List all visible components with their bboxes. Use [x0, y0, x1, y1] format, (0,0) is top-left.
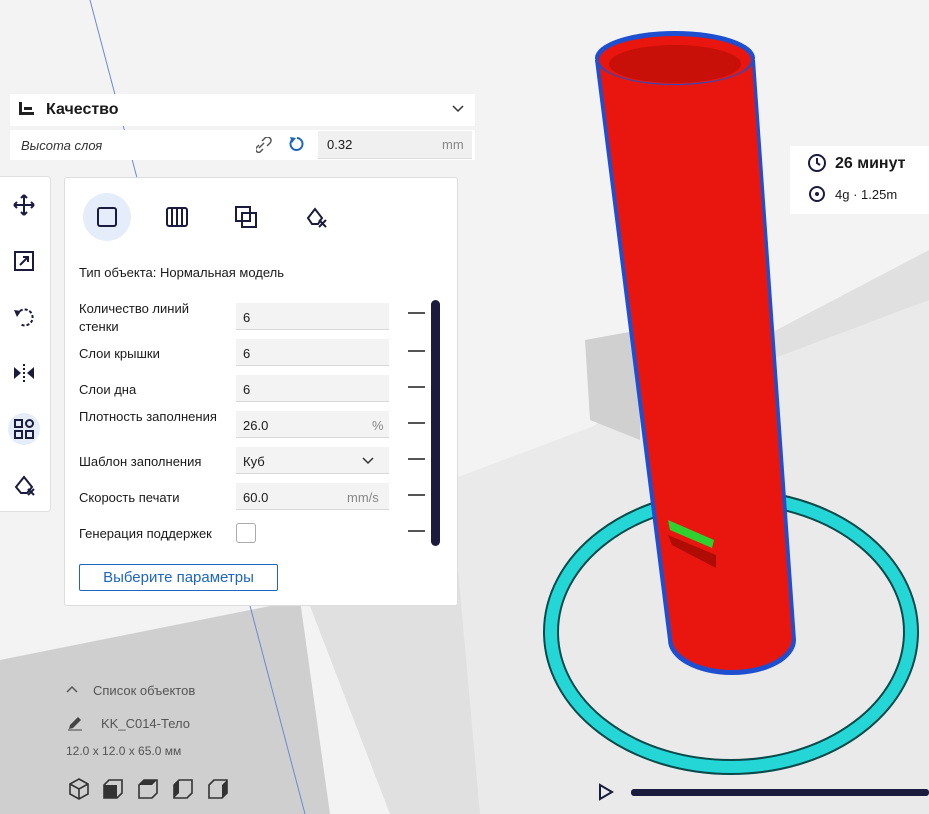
rotate-tool[interactable]	[8, 301, 40, 333]
material-usage: 4g · 1.25m	[835, 187, 898, 202]
rotate-icon	[14, 308, 34, 327]
chevron-down-icon	[362, 457, 374, 465]
support-blocker-icon	[14, 475, 35, 496]
mirror-tool[interactable]	[8, 357, 40, 389]
top-view-icon[interactable]	[136, 777, 160, 801]
print-speed-label: Скорость печати	[79, 490, 180, 505]
wall-line-count-label: Количество линий стенки	[79, 301, 189, 334]
setting-handle[interactable]	[408, 350, 425, 352]
object-name[interactable]: KK_C014-Тело	[101, 716, 190, 731]
setting-handle[interactable]	[408, 458, 425, 460]
scale-tool[interactable]	[8, 245, 40, 277]
tab-overlap-settings[interactable]	[222, 193, 270, 241]
front-view-icon[interactable]	[101, 777, 125, 801]
reset-icon[interactable]	[288, 136, 305, 153]
generate-support-checkbox[interactable]	[236, 523, 256, 543]
setting-handle[interactable]	[408, 312, 425, 314]
tab-support-blocker[interactable]	[292, 193, 340, 241]
3d-view-icon[interactable]	[67, 777, 91, 801]
per-model-settings-icon	[14, 419, 34, 439]
setting-handle[interactable]	[408, 422, 425, 424]
per-model-settings-tool[interactable]	[8, 413, 40, 445]
setting-handle[interactable]	[408, 386, 425, 388]
left-view-icon[interactable]	[171, 777, 195, 801]
object-type-label: Тип объекта: Нормальная модель	[79, 265, 285, 280]
object-dimensions: 12.0 x 12.0 x 65.0 мм	[66, 744, 182, 758]
tab-infill-mesh[interactable]	[153, 193, 201, 241]
quality-title: Качество	[46, 101, 119, 118]
setting-handle[interactable]	[408, 530, 425, 532]
infill-density-value: 26.0	[243, 418, 269, 433]
quality-icon	[19, 102, 34, 115]
chevron-up-icon[interactable]	[66, 685, 78, 694]
tool-sidebar	[0, 176, 51, 512]
layer-height-label: Высота слоя	[21, 138, 103, 153]
generate-support-label: Генерация поддержек	[79, 526, 212, 541]
pencil-icon[interactable]	[67, 715, 83, 731]
setting-handle[interactable]	[408, 494, 425, 496]
object-list-toggle[interactable]: Список объектов	[93, 683, 195, 698]
wall-line-count-value: 6	[243, 310, 251, 325]
overlap-icon	[235, 206, 257, 228]
layer-height-value: 0.32	[327, 137, 353, 152]
bottom-layers-label: Слои дна	[79, 382, 137, 397]
print-speed-unit: mm/s	[347, 490, 379, 505]
infill-density-unit: %	[372, 418, 384, 433]
chevron-down-icon[interactable]	[452, 104, 464, 114]
bottom-layers-value: 6	[243, 382, 251, 397]
infill-pattern-label: Шаблон заполнения	[79, 454, 202, 469]
tab-normal-model[interactable]	[83, 193, 131, 241]
spool-icon	[809, 186, 825, 202]
top-layers-label: Слои крышки	[79, 346, 160, 361]
infill-mesh-icon	[166, 207, 188, 227]
support-blocker-tool[interactable]	[8, 469, 40, 501]
model-top-inner	[609, 45, 741, 83]
infill-density-label: Плотность заполнения	[79, 409, 217, 424]
clock-icon	[808, 154, 826, 172]
wall-line-count-input[interactable]	[236, 303, 389, 330]
play-icon[interactable]	[598, 783, 614, 801]
print-time: 26 минут	[835, 155, 906, 172]
move-icon	[13, 194, 35, 216]
right-view-icon[interactable]	[206, 777, 230, 801]
infill-pattern-value: Куб	[243, 454, 265, 469]
move-tool[interactable]	[8, 189, 40, 221]
support-blocker-icon	[306, 207, 327, 228]
mirror-icon	[14, 364, 34, 382]
link-icon[interactable]	[256, 137, 274, 153]
normal-model-icon	[97, 207, 117, 227]
print-speed-value: 60.0	[243, 490, 269, 505]
top-layers-value: 6	[243, 346, 251, 361]
top-layers-input[interactable]	[236, 339, 389, 366]
select-settings-button[interactable]: Выберите параметры	[79, 564, 278, 591]
settings-scrollbar[interactable]	[431, 300, 440, 546]
bottom-layers-input[interactable]	[236, 375, 389, 402]
scale-icon	[14, 251, 34, 271]
layer-height-unit: mm	[442, 137, 464, 152]
layer-slider[interactable]	[631, 789, 929, 796]
